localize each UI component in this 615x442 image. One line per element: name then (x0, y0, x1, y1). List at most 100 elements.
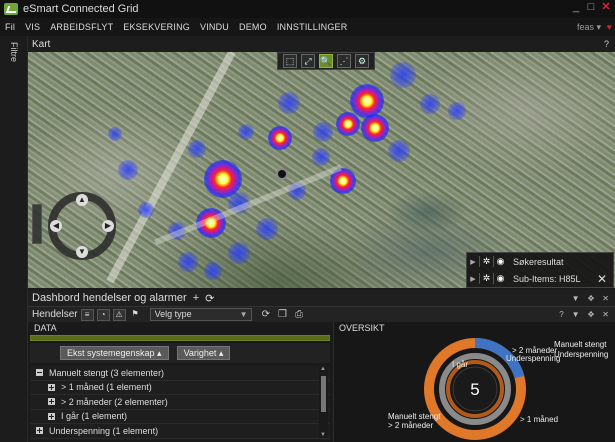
panel-menu-icon[interactable]: ▼ (572, 310, 580, 319)
result-label: Søkeresultat (513, 256, 564, 267)
scroll-down-icon[interactable]: ▼ (320, 432, 326, 438)
map-panel-title: Kart (32, 38, 51, 50)
heart-icon: ♥ (606, 22, 612, 32)
pin-icon[interactable]: ✥ (588, 310, 595, 319)
heat-spot-low (288, 182, 306, 200)
eye-icon[interactable]: ◉ (493, 273, 507, 284)
heat-spot-low (278, 92, 300, 114)
heat-spot-low (138, 202, 154, 218)
scroll-up-icon[interactable]: ▲ (320, 366, 326, 372)
tree-row-label: > 2 måneder (2 elementer) (61, 396, 168, 407)
heat-spot-low (256, 218, 278, 240)
menu-fil[interactable]: Fil (0, 22, 20, 32)
app-logo-icon (4, 3, 18, 15)
menu-arbeidsflyt[interactable]: ARBEIDSFLYT (45, 22, 118, 32)
expand-icon[interactable] (48, 383, 55, 391)
snowflake-icon[interactable]: ✲ (479, 273, 493, 284)
filters-tab[interactable]: Filtre (9, 42, 19, 62)
scroll-thumb[interactable] (321, 376, 326, 412)
result-label: Sub-Items: H85L (513, 273, 581, 284)
snowflake-icon[interactable]: ✲ (479, 256, 493, 267)
data-panel-header: DATA (34, 323, 57, 333)
zoom-tool[interactable]: 🔍 (319, 54, 333, 68)
heat-spot-low (388, 140, 410, 162)
pan-left-icon[interactable]: ◀ (50, 220, 62, 232)
menu-bar: Fil VIS ARBEIDSFLYT EKSEKVERING VINDU DE… (0, 18, 615, 36)
dashboard-header: Dashbord hendelser og alarmer + ⟳ ▼ ✥ ✕ (28, 290, 615, 306)
user-menu[interactable]: feas ▾ (577, 22, 601, 33)
result-row-subitems[interactable]: ▶ ✲ ◉ Sub-Items: H85L ✕ (467, 270, 613, 287)
heat-spot-low (108, 127, 122, 141)
select-area-tool[interactable]: ⬚ (283, 54, 297, 68)
close-button[interactable]: ✕ (599, 0, 613, 14)
map-view[interactable]: ⬚ ⤢ 🔍 ⋰ ⚙ ▲ ▼ ◀ ▶ ▶ ✲ ◉ Søkeresultat ▶ ✲… (28, 52, 615, 288)
collapse-icon[interactable] (36, 369, 43, 377)
expand-icon[interactable]: ▶ (467, 275, 479, 283)
help-icon[interactable]: ? (559, 310, 563, 319)
chart-view-icon[interactable]: ◔ (96, 308, 110, 321)
tree-scrollbar[interactable]: ▲ ▼ (319, 366, 328, 438)
clear-selection-tool[interactable]: ⋰ (337, 54, 351, 68)
list-view-icon[interactable]: ≡ (80, 308, 94, 321)
expand-icon[interactable] (36, 427, 43, 435)
tree-row[interactable]: > 2 måneder (2 elementer) (30, 395, 330, 410)
map-pan-control[interactable]: ▲ ▼ ◀ ▶ (48, 192, 116, 260)
flag-icon[interactable]: ⚑ (129, 309, 142, 321)
map-settings-tool[interactable]: ⚙ (355, 54, 369, 68)
result-row-search[interactable]: ▶ ✲ ◉ Søkeresultat (467, 253, 613, 270)
expand-icon[interactable] (48, 412, 55, 420)
donut-label: > 2 måneder (388, 421, 434, 430)
heat-spot-low (204, 262, 222, 280)
pin-icon[interactable]: ✥ (588, 294, 595, 303)
layer-results-box: ▶ ✲ ◉ Søkeresultat ▶ ✲ ◉ Sub-Items: H85L… (466, 252, 614, 288)
menu-demo[interactable]: DEMO (234, 22, 272, 32)
close-icon[interactable]: ✕ (602, 294, 609, 303)
heat-spot (361, 114, 389, 142)
expand-icon[interactable] (48, 398, 55, 406)
tree-row[interactable]: Manuelt stengt (3 elementer) (30, 366, 330, 381)
tree-row[interactable]: I går (1 element) (30, 410, 330, 424)
heat-spot (196, 208, 226, 238)
map-nav-handle[interactable] (32, 204, 42, 244)
refresh-icon[interactable]: ⟳ (262, 309, 270, 320)
pan-up-icon[interactable]: ▲ (76, 194, 88, 206)
overview-panel-header: OVERSIKT (339, 323, 385, 333)
event-type-value: Velg type (154, 309, 192, 319)
dashboard-title: Dashbord hendelser og alarmer (32, 292, 187, 304)
panel-menu-icon[interactable]: ▼ (572, 294, 580, 303)
pan-down-icon[interactable]: ▼ (76, 246, 88, 258)
close-icon[interactable]: ✕ (597, 272, 607, 286)
tree-row[interactable]: > 1 måned (1 element) (30, 381, 330, 395)
map-help-button[interactable]: ? (604, 39, 609, 49)
zoom-extent-tool[interactable]: ⤢ (301, 54, 315, 68)
events-title: Hendelser (32, 309, 78, 320)
group-by-bar: Ekst systemegenskap ▴ Varighet ▴ (30, 343, 330, 363)
add-icon[interactable]: + (193, 292, 199, 304)
group-chip-duration[interactable]: Varighet ▴ (176, 346, 231, 360)
event-type-select[interactable]: Velg type ▼ (149, 308, 252, 321)
event-tree: Manuelt stengt (3 elementer) > 1 måned (… (30, 366, 330, 440)
eye-icon[interactable]: ◉ (493, 256, 507, 267)
menu-innstillinger[interactable]: INNSTILLINGER (272, 22, 353, 32)
heat-spot-low (448, 102, 466, 120)
menu-vindu[interactable]: VINDU (195, 22, 234, 32)
menu-vis[interactable]: VIS (20, 22, 45, 32)
close-icon[interactable]: ✕ (602, 310, 609, 319)
menu-eksekvering[interactable]: EKSEKVERING (118, 22, 195, 32)
pan-right-icon[interactable]: ▶ (102, 220, 114, 232)
overview-panel: OVERSIKT 5 I går > 2 måneder Underspenni… (333, 322, 615, 442)
export-icon[interactable]: ⎙ (295, 309, 303, 320)
title-bar: eSmart Connected Grid _ □ ✕ (0, 0, 615, 18)
map-marker[interactable] (276, 168, 288, 180)
tree-row-label: Underspenning (1 element) (49, 425, 159, 436)
donut-label: I går (452, 360, 469, 369)
heat-spot-low (313, 122, 333, 142)
refresh-icon[interactable]: ⟳ (205, 292, 214, 305)
maximize-button[interactable]: □ (584, 0, 598, 14)
tree-row[interactable]: Underspenning (1 element) (30, 424, 330, 439)
minimize-button[interactable]: _ (569, 0, 583, 14)
expand-icon[interactable]: ▶ (467, 258, 479, 266)
group-chip-system-property[interactable]: Ekst systemegenskap ▴ (60, 346, 169, 360)
window-icon[interactable]: ❐ (278, 309, 287, 320)
warning-icon[interactable]: ⚠ (112, 308, 126, 321)
